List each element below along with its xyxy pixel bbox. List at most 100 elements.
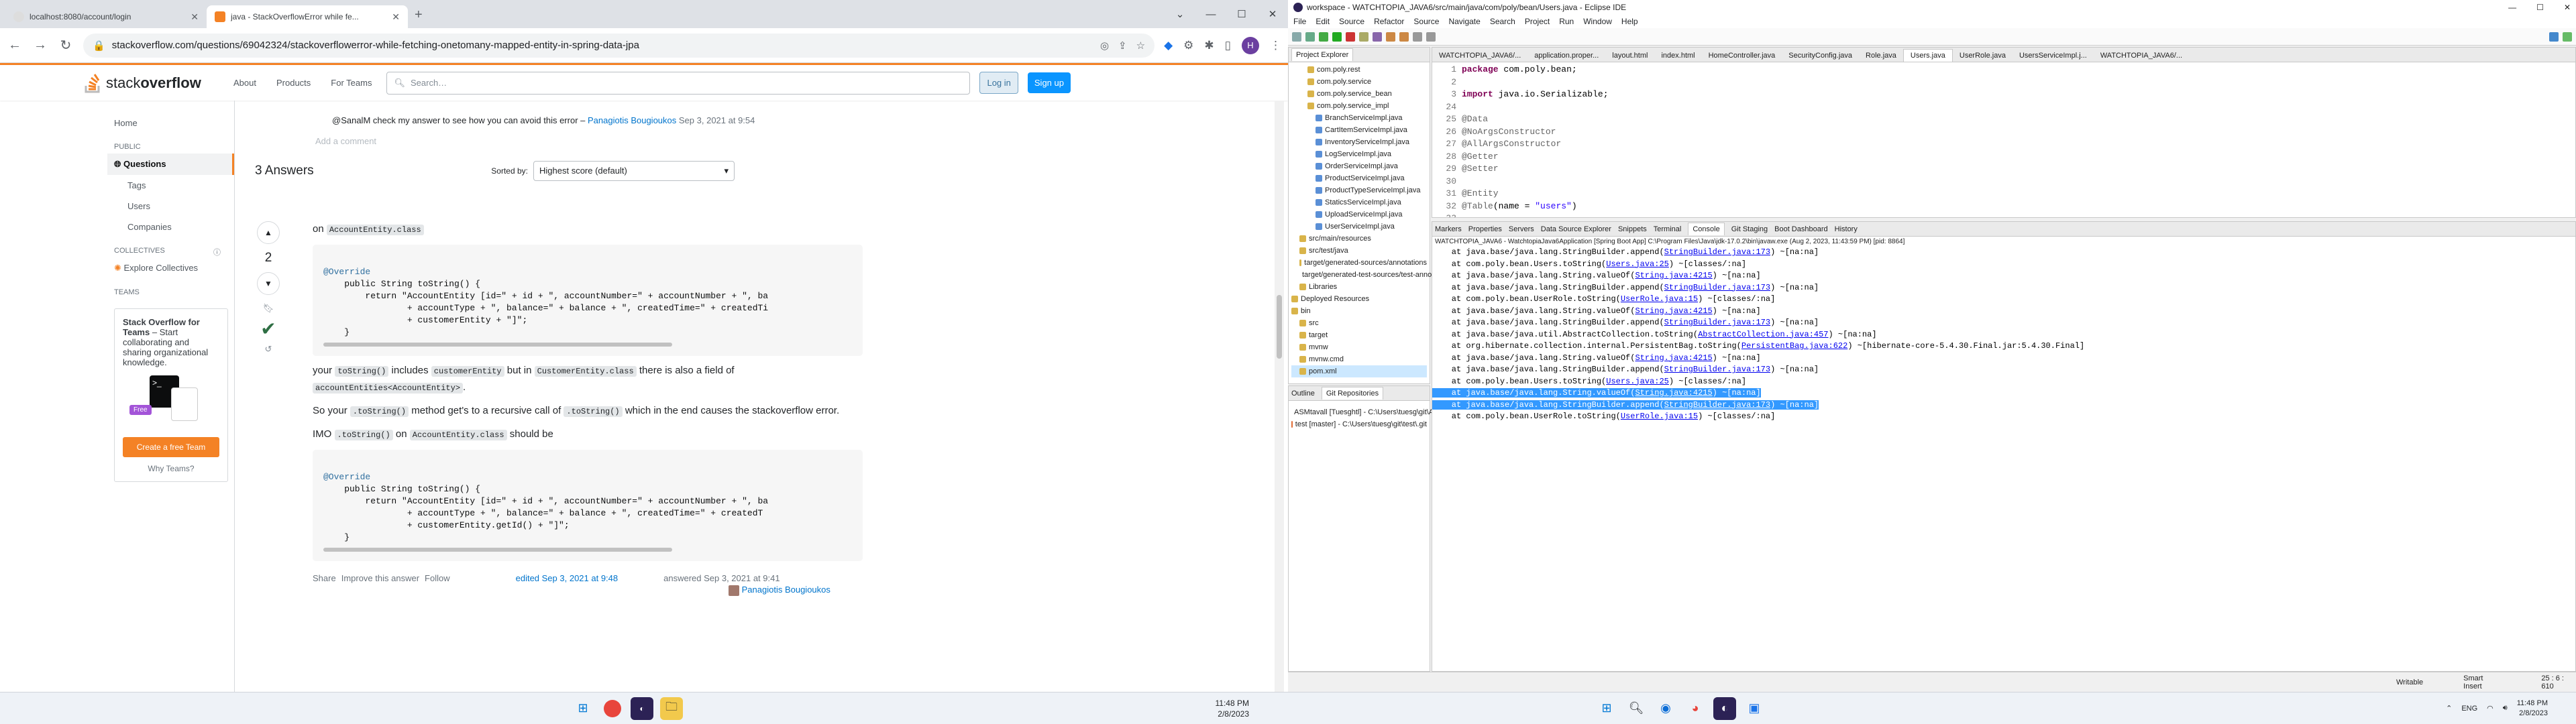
code-line[interactable]: 3 import java.io.Serializable; [1432, 88, 2575, 101]
wifi-icon[interactable]: ◠ [2487, 704, 2493, 713]
so-logo[interactable]: stackoverflow [85, 73, 219, 93]
google-lens-icon[interactable]: ◎ [1100, 40, 1109, 52]
improve-answer-link[interactable]: Improve this answer [341, 573, 419, 583]
stack-frame-link[interactable]: PersistentBag.java:622 [1741, 341, 1847, 351]
menu-project[interactable]: Project [1525, 17, 1550, 26]
console-tab[interactable]: Boot Dashboard [1774, 225, 1828, 233]
extensions-puzzle-icon[interactable]: ✱ [1204, 39, 1214, 52]
back-icon[interactable]: ← [7, 38, 23, 53]
stack-frame-link[interactable]: StringBuilder.java:173 [1664, 400, 1770, 410]
code-scrollbar[interactable] [323, 343, 672, 347]
sidebar-item-explore-collectives[interactable]: ✺ Explore Collectives [107, 257, 234, 279]
run-icon[interactable] [1332, 32, 1342, 42]
address-bar[interactable]: 🔒 stackoverflow.com/questions/69042324/s… [83, 33, 1155, 58]
tree-item[interactable]: src/test/java [1291, 245, 1427, 257]
editor-tab[interactable]: SecurityConfig.java [1782, 50, 1859, 62]
close-icon[interactable]: ✕ [191, 11, 199, 23]
login-button[interactable]: Log in [979, 72, 1018, 94]
chrome-icon[interactable] [604, 699, 621, 717]
editor-tab[interactable]: Users.java [1902, 49, 1953, 62]
tree-item[interactable]: StaticsServiceImpl.java [1291, 196, 1427, 208]
sidebar-item-questions[interactable]: 🌐︎ Questions [107, 154, 234, 175]
tree-item[interactable]: target/generated-sources/annotations [1291, 257, 1427, 269]
code-line[interactable]: 31 @Entity [1432, 188, 2575, 200]
nav-for-teams[interactable]: For Teams [325, 78, 377, 88]
console-tab[interactable]: Markers [1435, 225, 1462, 233]
tree-item[interactable]: target/generated-test-sources/test-annot… [1291, 269, 1454, 281]
why-teams-link[interactable]: Why Teams? [123, 464, 219, 473]
stack-frame-link[interactable]: String.java:4215 [1635, 388, 1712, 398]
editor-tab[interactable]: UsersServiceImpl.j... [2012, 50, 2094, 62]
console-line[interactable]: at com.poly.bean.Users.toString(Users.ja… [1432, 259, 2575, 271]
console-tab[interactable]: Terminal [1654, 225, 1682, 233]
close-window-icon[interactable]: ✕ [1257, 8, 1288, 20]
prev-annotation-icon[interactable] [1399, 32, 1409, 42]
tree-item[interactable]: src/main/resources [1291, 233, 1427, 245]
console-line[interactable]: at java.base/java.lang.String.valueOf(St… [1432, 270, 2575, 282]
answer-author-link[interactable]: Panagiotis Bougioukos [742, 585, 830, 595]
tree-item[interactable]: OrderServiceImpl.java [1291, 160, 1427, 172]
tree-item[interactable]: CartItemServiceImpl.java [1291, 124, 1427, 136]
console-line[interactable]: at com.poly.bean.Users.toString(Users.ja… [1432, 376, 2575, 388]
tree-item[interactable]: com.poly.service_bean [1291, 88, 1427, 100]
eclipse-icon[interactable]: ◐ [1713, 697, 1736, 720]
stack-frame-link[interactable]: StringBuilder.java:173 [1664, 247, 1770, 257]
console-line[interactable]: at java.base/java.lang.StringBuilder.app… [1432, 282, 2575, 294]
create-team-button[interactable]: Create a free Team [123, 437, 219, 457]
bookmark-icon[interactable]: 🔖︎ [255, 303, 282, 314]
console-output[interactable]: at java.base/java.lang.StringBuilder.app… [1432, 247, 2575, 423]
git-repo-item[interactable]: test [master] - C:\Users\tuesg\git\test\… [1291, 418, 1427, 430]
follow-link[interactable]: Follow [425, 573, 450, 583]
editor-tab[interactable]: HomeController.java [1702, 50, 1782, 62]
editor-tab[interactable]: UserRole.java [1953, 50, 2012, 62]
stack-frame-link[interactable]: Users.java:25 [1606, 377, 1669, 386]
back-icon[interactable] [1413, 32, 1422, 42]
browser-tab-stackoverflow[interactable]: java - StackOverflowError while fe... ✕ [207, 5, 408, 28]
stop-icon[interactable] [1346, 32, 1355, 42]
git-repo-item[interactable]: ASMtavall [Tuesghtl] - C:\Users\tuesg\gi… [1291, 406, 1474, 418]
stack-frame-link[interactable]: StringBuilder.java:173 [1664, 283, 1770, 292]
tree-item[interactable]: InventoryServiceImpl.java [1291, 136, 1427, 148]
tree-item[interactable]: UploadServiceImpl.java [1291, 208, 1427, 221]
close-icon[interactable]: ✕ [392, 11, 400, 23]
console-line[interactable]: at com.poly.bean.UserRole.toString(UserR… [1432, 294, 2575, 306]
open-type-icon[interactable] [1359, 32, 1368, 42]
code-line[interactable]: 26 @NoArgsConstructor [1432, 126, 2575, 139]
tree-item[interactable]: pom.xml [1291, 365, 1427, 377]
perspective-java-icon[interactable] [2549, 32, 2559, 42]
downvote-icon[interactable]: ▼ [257, 272, 280, 295]
menu-run[interactable]: Run [1559, 17, 1574, 26]
console-line[interactable]: at java.base/java.lang.StringBuilder.app… [1432, 317, 2575, 329]
share-link[interactable]: Share [313, 573, 336, 583]
upvote-icon[interactable]: ▲ [257, 221, 280, 244]
sidebar-item-tags[interactable]: Tags [107, 175, 234, 196]
search-icon[interactable] [1373, 32, 1382, 42]
tree-item[interactable]: LogServiceImpl.java [1291, 148, 1427, 160]
browser-tab-login[interactable]: localhost:8080/account/login ✕ [5, 5, 207, 28]
minimize-icon[interactable]: — [2508, 3, 2516, 12]
stack-frame-link[interactable]: UserRole.java:15 [1621, 412, 1698, 421]
tree-item[interactable]: target [1291, 329, 1427, 341]
menu-window[interactable]: Window [1583, 17, 1612, 26]
file-explorer-icon[interactable]: 🗀 [660, 697, 683, 720]
editor-tab[interactable]: layout.html [1605, 50, 1654, 62]
minimize-icon[interactable]: — [1195, 9, 1226, 20]
edge-icon[interactable]: ◉ [1654, 697, 1677, 720]
console-tab[interactable]: Git Staging [1731, 225, 1768, 233]
nav-about[interactable]: About [228, 78, 262, 88]
clock[interactable]: 11:48 PM 2/8/2023 [1216, 698, 1249, 719]
tree-item[interactable]: ProductTypeServiceImpl.java [1291, 184, 1427, 196]
new-icon[interactable] [1292, 32, 1301, 42]
code-line[interactable]: 24 [1432, 101, 2575, 114]
console-tab[interactable]: History [1835, 225, 1858, 233]
menu-refactor[interactable]: Refactor [1374, 17, 1404, 26]
editor-tab[interactable]: application.proper... [1527, 50, 1605, 62]
reload-icon[interactable]: ↻ [58, 37, 74, 54]
chrome-icon[interactable]: ◕ [1684, 697, 1707, 720]
console-tab[interactable]: Snippets [1618, 225, 1647, 233]
tab-project-explorer[interactable]: Project Explorer [1291, 48, 1354, 61]
console-line[interactable]: at java.base/java.lang.String.valueOf(St… [1432, 353, 2575, 365]
console-tab[interactable]: Properties [1468, 225, 1502, 233]
avatar[interactable] [729, 585, 739, 596]
history-icon[interactable]: ↺ [255, 344, 282, 355]
